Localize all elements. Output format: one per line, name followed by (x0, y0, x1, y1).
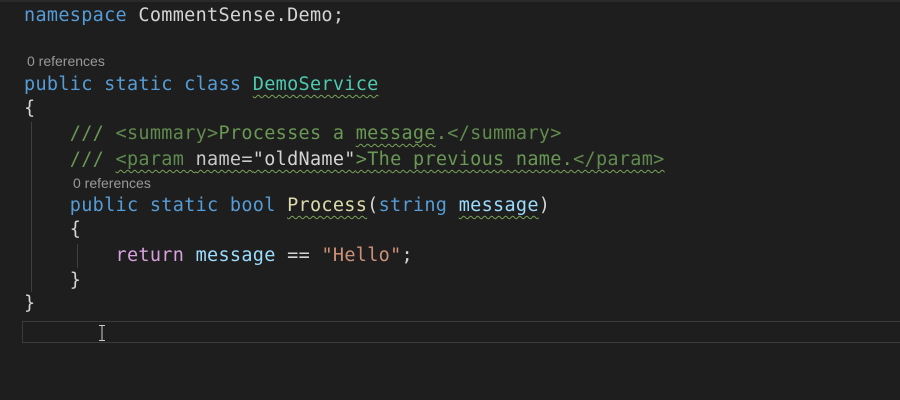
code-token-plain: ( (367, 195, 379, 216)
code-line[interactable]: } (24, 269, 81, 293)
code-line[interactable]: public static bool Process(string messag… (24, 194, 550, 218)
code-token-ctl: return (115, 245, 185, 266)
code-token-plain: } (24, 270, 82, 291)
text-cursor-ibeam-icon (99, 325, 105, 341)
code-token-plain: ) (538, 195, 551, 216)
code-token-cm: . (435, 123, 448, 144)
code-token-cm: /// (24, 149, 116, 170)
code-line[interactable]: /// <param name="oldName">The previous n… (24, 148, 665, 172)
code-token-kw: public static class (24, 74, 253, 95)
code-line[interactable]: } (24, 292, 35, 316)
code-line[interactable]: { (24, 97, 35, 121)
code-token-par: message (195, 245, 276, 266)
editor-top-border (0, 0, 900, 2)
code-token-plain: CommentSense.Demo; (126, 5, 345, 26)
code-token-cm: Processes a (218, 123, 356, 144)
code-line[interactable]: namespace CommentSense.Demo; (24, 4, 344, 28)
code-line[interactable]: /// <summary>Processes a message.</summa… (24, 122, 562, 146)
code-token-cm: message (355, 123, 436, 144)
code-token-plain: { (24, 219, 82, 240)
code-token-tag: </param> (573, 149, 665, 170)
code-token-str: "Hello" (321, 245, 402, 266)
code-token-kw: namespace (24, 5, 127, 26)
code-token-kw: string (378, 195, 459, 216)
codelens-references-method[interactable]: 0 references (73, 175, 151, 191)
code-token-cm: >The previous name. (355, 149, 574, 170)
code-token-plain: "oldName" (252, 149, 356, 170)
current-line-highlight (22, 321, 900, 343)
code-token-cm: /// (24, 123, 116, 144)
code-token-tag: <param (115, 149, 196, 170)
code-token-par: message (458, 195, 539, 216)
code-token-attr: name= (195, 149, 253, 170)
code-line[interactable]: { (24, 218, 81, 242)
code-token-fn: Process (287, 195, 368, 216)
code-token-plain: } (24, 293, 36, 314)
codelens-references-class[interactable]: 0 references (27, 53, 105, 69)
code-token-plain: == (275, 245, 322, 266)
code-line[interactable]: return message == "Hello"; (24, 244, 413, 268)
code-token-cls: DemoService (252, 74, 379, 95)
code-token-plain: ; (401, 245, 413, 266)
code-token-kw: public static bool (24, 195, 288, 216)
code-line[interactable]: public static class DemoService (24, 73, 379, 97)
code-token-plain: { (24, 98, 36, 119)
code-token-tag: <summary> (115, 123, 219, 144)
code-token-tag: </summary> (447, 123, 562, 144)
